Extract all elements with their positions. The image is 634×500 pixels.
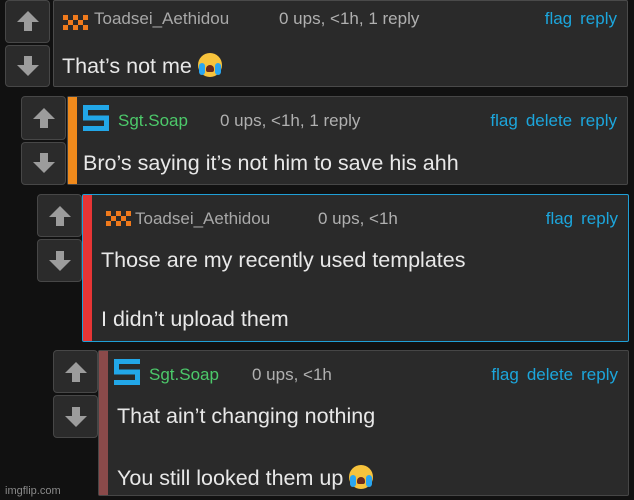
- downvote-button[interactable]: [37, 239, 82, 282]
- comment: Toadsei_Aethidou 0 ups, <1h flag reply Th…: [37, 194, 629, 342]
- comment-text-line: Bro’s saying it’s not him to save his ah…: [83, 151, 459, 175]
- comment-text-line: That ain’t changing nothing: [117, 404, 376, 428]
- comment-username[interactable]: Toadsei_Aethidou: [94, 9, 229, 29]
- comment-text: That’s not me: [62, 53, 222, 78]
- loudly-crying-face-emoji: [197, 53, 222, 77]
- vote-controls: [53, 350, 98, 438]
- comment-text: Those are my recently used templates I d…: [101, 248, 466, 331]
- comment-body-highlighted: Toadsei_Aethidou 0 ups, <1h flag reply Th…: [82, 194, 629, 342]
- comment-username[interactable]: Sgt.Soap: [149, 365, 219, 385]
- downvote-button[interactable]: [53, 395, 98, 438]
- arrow-down-icon: [48, 250, 71, 271]
- upvote-button[interactable]: [37, 194, 82, 237]
- sgt-soap-avatar[interactable]: [81, 103, 111, 133]
- arrow-up-icon: [48, 205, 71, 226]
- flag-link[interactable]: flag: [490, 111, 517, 130]
- comment-text-line: You still looked them up: [117, 465, 344, 490]
- comment-meta: 0 ups, <1h, 1 reply: [220, 111, 361, 130]
- arrow-up-icon: [16, 11, 39, 32]
- downvote-button[interactable]: [5, 44, 50, 87]
- reply-depth-bar: [68, 97, 77, 184]
- comment-actions: flag delete reply: [482, 111, 617, 131]
- arrow-down-icon: [64, 406, 87, 427]
- arrow-up-icon: [64, 361, 87, 382]
- comment-text: Bro’s saying it’s not him to save his ah…: [83, 151, 459, 175]
- vote-controls: [5, 0, 50, 87]
- arrow-down-icon: [32, 153, 55, 174]
- downvote-button[interactable]: [21, 141, 66, 185]
- comment: Sgt.Soap 0 ups, <1h flag delete reply That…: [53, 350, 629, 496]
- comment-text-line: That’s not me: [62, 54, 192, 78]
- reply-link[interactable]: reply: [580, 9, 617, 28]
- comment-meta: 0 ups, <1h: [318, 209, 398, 228]
- toadsei-avatar[interactable]: [103, 203, 133, 233]
- imgflip-watermark: imgflip.com: [5, 485, 61, 497]
- comment-text: That ain’t changing nothing You still lo…: [117, 404, 376, 490]
- comment-actions: flag reply: [537, 9, 617, 29]
- sgt-soap-avatar[interactable]: [112, 357, 142, 387]
- upvote-button[interactable]: [5, 0, 50, 43]
- delete-link[interactable]: delete: [527, 365, 573, 384]
- flag-link[interactable]: flag: [491, 365, 518, 384]
- delete-link[interactable]: delete: [526, 111, 572, 130]
- comment-actions: flag delete reply: [483, 365, 618, 385]
- comment-username[interactable]: Toadsei_Aethidou: [135, 209, 270, 229]
- upvote-button[interactable]: [21, 96, 66, 140]
- reply-link[interactable]: reply: [581, 365, 618, 384]
- comment: Toadsei_Aethidou 0 ups, <1h, 1 reply fla…: [5, 0, 628, 87]
- loudly-crying-face-emoji: [349, 464, 374, 489]
- upvote-button[interactable]: [53, 350, 98, 393]
- toadsei-avatar[interactable]: [60, 7, 90, 37]
- comment-meta: 0 ups, <1h: [252, 365, 332, 384]
- reply-link[interactable]: reply: [581, 209, 618, 228]
- comment-username[interactable]: Sgt.Soap: [118, 111, 188, 131]
- comment-text-line: I didn’t upload them: [101, 306, 289, 331]
- reply-depth-bar: [83, 195, 92, 341]
- flag-link[interactable]: flag: [546, 209, 573, 228]
- arrow-up-icon: [32, 107, 55, 128]
- comment-actions: flag reply: [538, 209, 618, 229]
- flag-link[interactable]: flag: [545, 9, 572, 28]
- comment-body: Sgt.Soap 0 ups, <1h, 1 reply flag delete r…: [67, 96, 628, 185]
- vote-controls: [21, 96, 66, 185]
- arrow-down-icon: [16, 55, 39, 76]
- reply-link[interactable]: reply: [580, 111, 617, 130]
- vote-controls: [37, 194, 82, 282]
- comment: Sgt.Soap 0 ups, <1h, 1 reply flag delete r…: [21, 96, 628, 185]
- comment-meta: 0 ups, <1h, 1 reply: [279, 9, 420, 28]
- reply-depth-bar: [99, 351, 108, 495]
- comment-text-line: Those are my recently used templates: [101, 248, 466, 272]
- comment-body: Toadsei_Aethidou 0 ups, <1h, 1 reply fla…: [53, 0, 628, 87]
- comment-body: Sgt.Soap 0 ups, <1h flag delete reply That…: [98, 350, 629, 496]
